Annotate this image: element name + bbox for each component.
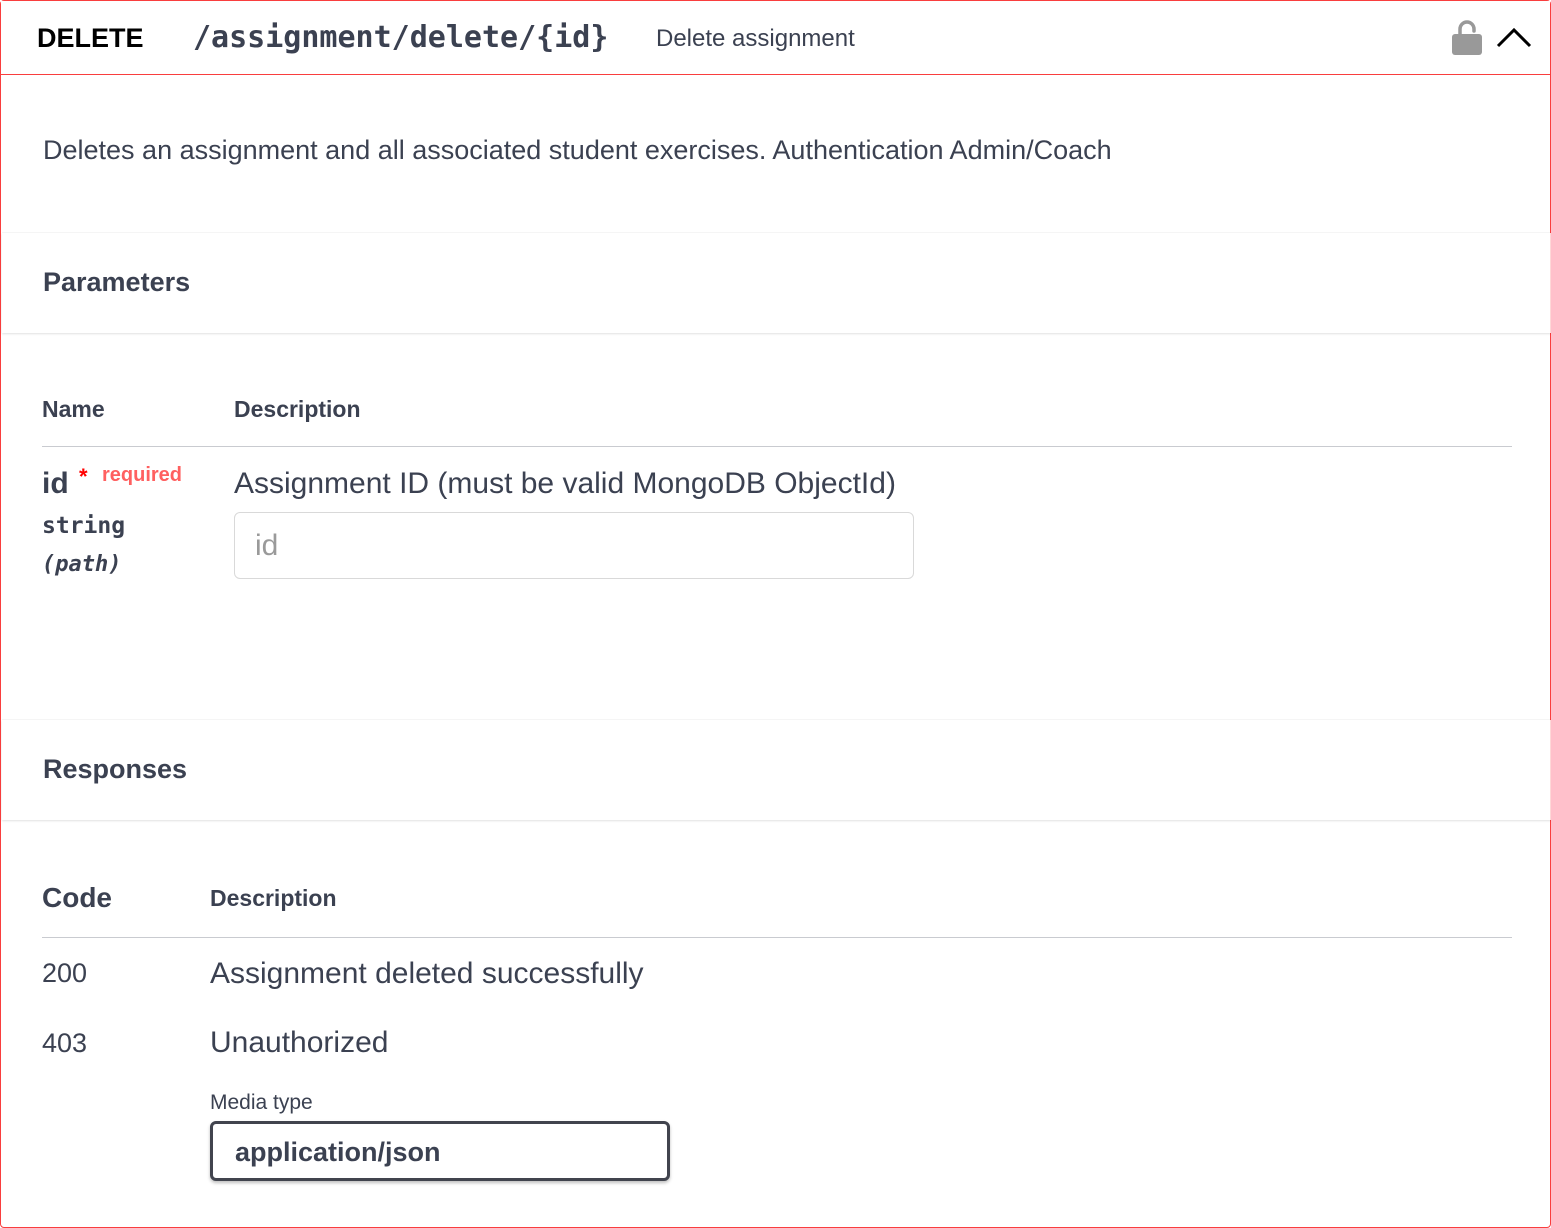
operation-summary-text: Delete assignment bbox=[656, 25, 855, 52]
response-description: Assignment deleted successfully bbox=[210, 957, 644, 990]
param-col-description: Description bbox=[234, 396, 361, 422]
resp-col-code: Code bbox=[42, 882, 112, 913]
http-method-badge: DELETE bbox=[37, 23, 144, 53]
chevron-up-icon[interactable] bbox=[1495, 25, 1533, 49]
media-type-select[interactable]: application/json bbox=[210, 1121, 670, 1181]
parameters-section-header: Parameters bbox=[2, 233, 1551, 333]
response-description: Unauthorized bbox=[210, 1026, 389, 1059]
operation-block-delete: DELETE /assignment/delete/{id} Delete as… bbox=[0, 0, 1551, 1228]
media-type-label: Media type bbox=[210, 1091, 313, 1114]
resp-col-description: Description bbox=[210, 885, 337, 911]
operation-summary[interactable]: DELETE /assignment/delete/{id} Delete as… bbox=[1, 1, 1550, 75]
operation-description: Deletes an assignment and all associated… bbox=[43, 135, 1112, 165]
param-name: id bbox=[42, 467, 69, 500]
responses-divider bbox=[42, 937, 1512, 938]
response-code: 200 bbox=[42, 958, 88, 988]
lock-open-icon[interactable] bbox=[1451, 18, 1483, 56]
required-label: required bbox=[102, 464, 183, 486]
param-location: (path) bbox=[42, 552, 122, 577]
param-type: string bbox=[42, 513, 126, 539]
param-description: Assignment ID (must be valid MongoDB Obj… bbox=[234, 467, 896, 500]
parameters-title: Parameters bbox=[43, 267, 191, 297]
required-star: * bbox=[79, 464, 88, 489]
endpoint-path: /assignment/delete/{id} bbox=[193, 20, 609, 55]
response-code: 403 bbox=[42, 1028, 88, 1058]
parameters-divider bbox=[42, 446, 1512, 447]
responses-section-header: Responses bbox=[2, 720, 1551, 820]
param-col-name: Name bbox=[42, 396, 105, 422]
id-input[interactable] bbox=[234, 512, 914, 579]
responses-title: Responses bbox=[43, 754, 188, 784]
